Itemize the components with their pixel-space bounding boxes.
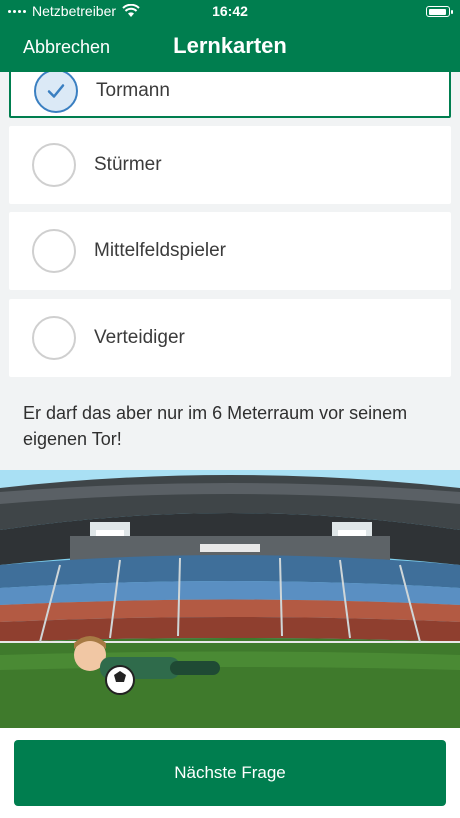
status-bar: Netzbetreiber 16:42 — [0, 0, 460, 24]
option-label: Verteidiger — [94, 327, 185, 348]
option-tormann[interactable]: Tormann — [9, 72, 451, 118]
option-label: Stürmer — [94, 154, 162, 175]
radio-icon — [32, 229, 76, 273]
question-content: Tormann Stürmer Mittelfeldspieler Vertei… — [0, 72, 460, 470]
battery-icon — [426, 6, 453, 17]
navigation-bar: Netzbetreiber 16:42 Abbrechen Lernkarten — [0, 0, 460, 72]
option-verteidiger[interactable]: Verteidiger — [9, 299, 451, 377]
option-stuermer[interactable]: Stürmer — [9, 126, 451, 204]
next-question-button[interactable]: Nächste Frage — [14, 740, 446, 806]
radio-icon — [32, 316, 76, 360]
option-mittelfeldspieler[interactable]: Mittelfeldspieler — [9, 212, 451, 290]
option-label: Tormann — [96, 80, 170, 101]
page-title: Lernkarten — [173, 33, 287, 58]
radio-icon — [32, 143, 76, 187]
stadium-goalkeeper-illustration — [0, 470, 460, 728]
checkmark-icon — [47, 84, 65, 98]
explanation-text: Er darf das aber nur im 6 Meterraum vor … — [23, 403, 408, 449]
status-time: 16:42 — [212, 3, 248, 19]
footer-bar: Nächste Frage — [0, 728, 460, 818]
option-label: Mittelfeldspieler — [94, 240, 226, 261]
radio-selected-icon — [34, 72, 78, 113]
